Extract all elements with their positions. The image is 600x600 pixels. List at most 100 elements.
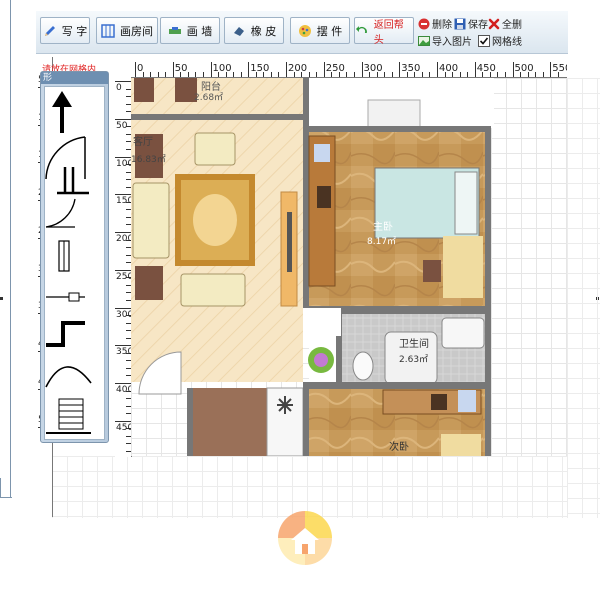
ruler-tick (504, 72, 506, 77)
ruler-tick (421, 72, 423, 77)
floppy-disk-icon (454, 18, 466, 29)
window-icon[interactable] (58, 240, 70, 272)
draw-room-label: 画房间 (120, 24, 153, 38)
ruler-left-label: 250 (116, 271, 132, 282)
checkmark-icon (479, 36, 489, 45)
ruler-left-label: 450 (116, 422, 132, 433)
master-bedroom[interactable] (308, 78, 494, 308)
frame-corner (0, 478, 12, 498)
shape-list (44, 86, 105, 440)
draw-room-button[interactable]: 画房间 (96, 17, 158, 44)
eraser-label: 橡 皮 (250, 24, 277, 38)
ruler-top-label: 0 (137, 63, 144, 74)
ruler-tick (115, 118, 131, 120)
ruler-top-label: 500 (514, 63, 534, 74)
vertical-ruler: 050100150200250300350400450500 (115, 77, 132, 457)
ruler-top-label: 450 (476, 63, 496, 74)
staircase-icon[interactable] (46, 398, 91, 434)
shape-panel-title: 形 (41, 72, 108, 84)
balcony-area: 2.68㎡ (194, 92, 223, 103)
ruler-tick (308, 72, 310, 77)
draw-wall-label: 画 墙 (186, 24, 213, 38)
ruler-tick (248, 62, 250, 77)
ruler-tick (187, 72, 189, 77)
clear-all-button[interactable]: 全删 (488, 16, 522, 31)
import-image-button[interactable]: 导入图片 (418, 33, 472, 48)
master-name: 主卧 (373, 220, 393, 233)
ruler-tick (165, 72, 167, 77)
gridline-toggle[interactable]: 网格线 (478, 33, 522, 48)
living-room[interactable] (131, 78, 309, 395)
eraser-button[interactable]: 橡 皮 (224, 17, 284, 44)
ruler-tick (233, 72, 235, 77)
ruler-tick (467, 72, 469, 77)
curve-line-icon[interactable] (45, 366, 92, 388)
ruler-tick (429, 72, 431, 77)
ruler-tick (195, 72, 197, 77)
ruler-top-label: 550 (552, 63, 567, 74)
master-area: 8.17㎡ (367, 236, 396, 247)
back-button[interactable]: 返回帮头 (354, 17, 414, 46)
design-canvas[interactable]: 阳台 2.68㎡ 客厅 16.83㎡ 主卧 8.17㎡ 卫生间 2.63㎡ 次卧 (131, 78, 567, 456)
ruler-tick (550, 62, 552, 77)
ruler-tick (157, 72, 159, 77)
ruler-top-label: 300 (363, 63, 383, 74)
gridline-checkbox[interactable] (478, 34, 490, 47)
hall-gap (303, 308, 341, 336)
delete-button[interactable]: 删除 (418, 16, 452, 31)
ruler-tick (361, 62, 363, 77)
red-x-icon (488, 18, 500, 29)
ruler-tick (135, 62, 136, 77)
stair-corner-icon[interactable] (46, 321, 85, 347)
ruler-left-label: 150 (116, 196, 132, 207)
ruler-tick (323, 62, 325, 77)
floor-plan: 阳台 2.68㎡ 客厅 16.83㎡ 主卧 8.17㎡ 卫生间 2.63㎡ 次卧 (131, 78, 494, 456)
bath-name: 卫生间 (399, 337, 429, 350)
ruler-tick (270, 72, 272, 77)
ruler-tick (512, 62, 514, 77)
ruler-tick (115, 194, 131, 196)
room-grid-icon (101, 23, 115, 38)
bath-area: 2.63㎡ (399, 354, 428, 365)
ruler-tick (172, 62, 174, 77)
kitchen-area[interactable] (187, 382, 309, 456)
home-logo-icon (278, 511, 332, 565)
ruler-tick (353, 72, 355, 77)
shape-panel: 形 (40, 71, 109, 443)
ruler-left-label: 100 (116, 158, 132, 169)
double-door-icon[interactable] (57, 167, 89, 195)
ruler-top-label: 150 (250, 63, 270, 74)
ruler-top-label: 100 (212, 63, 232, 74)
ruler-tick (150, 72, 152, 77)
swing-door-icon[interactable] (45, 198, 76, 228)
ruler-top-label: 50 (174, 63, 188, 74)
living-name: 客厅 (133, 135, 153, 148)
save-button[interactable]: 保存 (454, 16, 488, 31)
draw-wall-button[interactable]: 画 墙 (160, 17, 220, 44)
ruler-tick (459, 72, 461, 77)
pencil-icon (44, 25, 55, 36)
import-image-label: 导入图片 (432, 37, 472, 48)
north-arrow-icon[interactable] (52, 91, 72, 133)
image-icon (418, 35, 430, 46)
ruler-tick (278, 72, 280, 77)
ruler-tick (115, 420, 131, 422)
write-text-button[interactable]: 写 字 (40, 17, 90, 44)
ruler-tick (346, 72, 348, 77)
pillar-icon[interactable] (46, 292, 85, 302)
ruler-left-label: 0 (116, 83, 122, 93)
ruler-tick (115, 345, 131, 347)
resize-handle-left[interactable] (0, 297, 3, 300)
ruler-left-label: 50 (116, 120, 128, 131)
save-label: 保存 (468, 20, 488, 31)
ruler-tick (115, 269, 131, 271)
ruler-left-label: 400 (116, 385, 132, 395)
ruler-top-label: 400 (439, 63, 459, 74)
back-arrow-icon (355, 25, 367, 33)
shape-icons (45, 91, 92, 434)
ruler-tick (202, 72, 204, 77)
furniture-palette-icon (298, 24, 311, 37)
furniture-button[interactable]: 摆 件 (290, 17, 350, 44)
gridline-label: 网格线 (492, 37, 522, 48)
ruler-tick (115, 156, 131, 158)
